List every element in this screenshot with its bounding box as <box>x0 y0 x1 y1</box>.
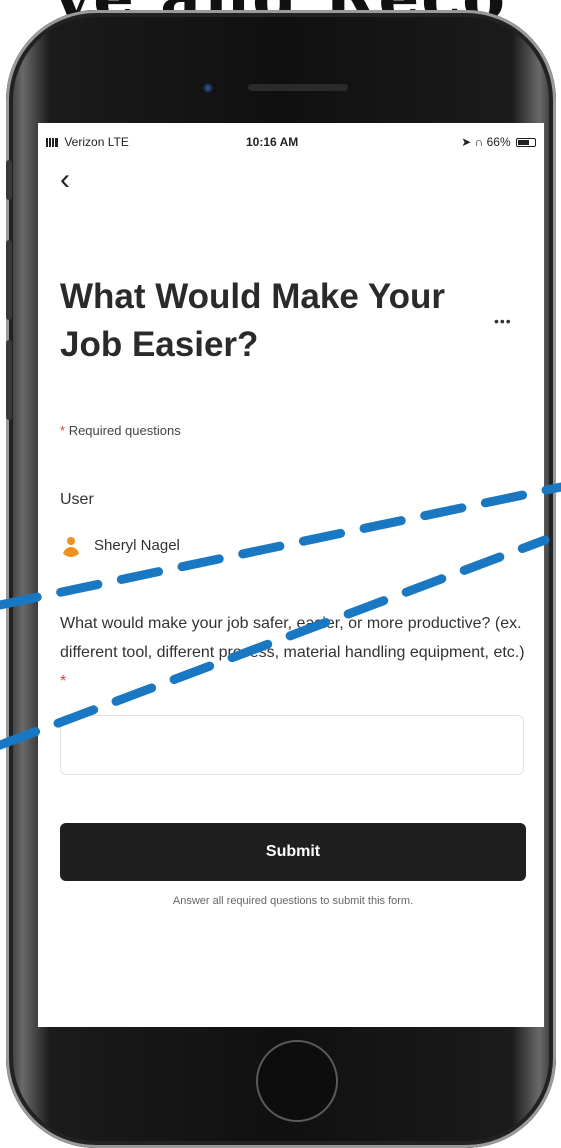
mute-switch <box>6 160 12 200</box>
home-button[interactable] <box>256 1040 338 1122</box>
answer-input[interactable] <box>60 715 524 775</box>
submit-hint: Answer all required questions to submit … <box>172 895 414 907</box>
signal-icon <box>46 138 58 148</box>
question-label: What would make your job safer, easier, … <box>60 609 530 696</box>
status-time: 10:16 AM <box>246 135 299 149</box>
earpiece-speaker <box>248 84 348 91</box>
more-options-icon[interactable]: ••• <box>494 313 512 329</box>
question-text: What would make your job safer, easier, … <box>60 615 525 661</box>
user-name: Sheryl Nagel <box>94 537 180 554</box>
submit-button[interactable]: Submit <box>60 823 526 881</box>
avatar-head <box>67 537 75 545</box>
battery-icon <box>516 138 536 148</box>
front-camera <box>202 82 214 94</box>
app-screen: Verizon LTE 10:16 AM ➤ ∩ 66% ‹ What Woul… <box>38 123 544 1027</box>
question-required-star: * <box>60 673 67 690</box>
volume-up-button <box>6 240 12 320</box>
required-note-text: Required questions <box>68 423 181 438</box>
carrier-info: Verizon LTE <box>46 135 129 149</box>
carrier-name: Verizon <box>64 135 105 149</box>
user-label: User <box>60 491 94 508</box>
required-star: * <box>60 423 66 438</box>
network-type: LTE <box>107 135 129 149</box>
location-icon: ➤ <box>461 135 472 149</box>
person-icon <box>60 535 82 557</box>
required-note: * Required questions <box>60 423 181 438</box>
back-icon[interactable]: ‹ <box>60 165 70 195</box>
status-right: ➤ ∩ 66% <box>461 135 536 149</box>
page-title: What Would Make Your Job Easier? <box>60 277 446 364</box>
battery-percent: 66% <box>486 135 511 149</box>
status-bar: Verizon LTE 10:16 AM ➤ ∩ 66% <box>38 123 544 161</box>
avatar-body <box>63 547 79 557</box>
battery-fill <box>518 140 529 146</box>
headphones-icon: ∩ <box>474 135 484 149</box>
volume-down-button <box>6 340 12 420</box>
